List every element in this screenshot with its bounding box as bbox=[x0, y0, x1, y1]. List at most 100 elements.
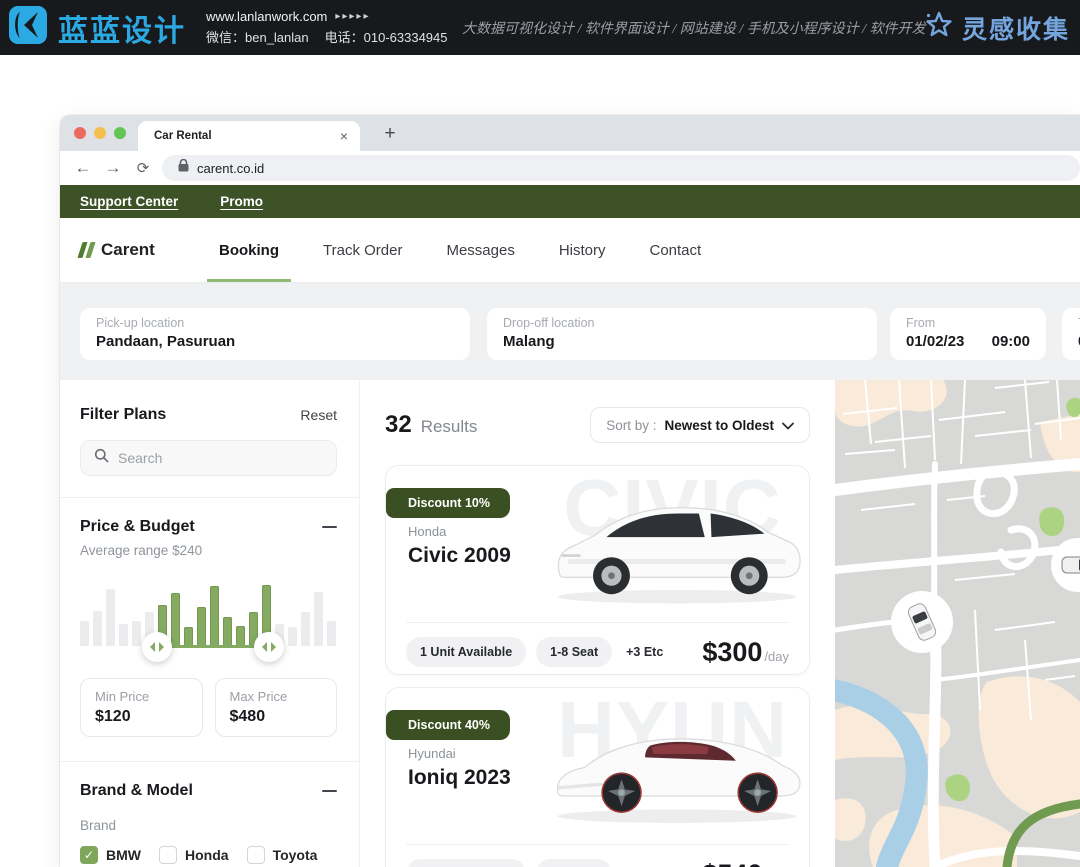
tab-title: Car Rental bbox=[154, 130, 338, 142]
chevron-down-icon bbox=[782, 418, 794, 433]
new-tab-button[interactable]: + bbox=[376, 120, 404, 148]
agency-phone: 电话：010-63334945 bbox=[325, 27, 448, 46]
agency-logo-title: 蓝蓝设计 bbox=[58, 6, 186, 50]
carent-brand-name: Carent bbox=[101, 240, 155, 260]
url-text: carent.co.id bbox=[197, 161, 264, 176]
nav-item-contact[interactable]: Contact bbox=[650, 218, 702, 282]
car-card-civic[interactable]: CIVIC Discount 10% Honda bbox=[385, 465, 810, 675]
results-panel: 32Results Sort by : Newest to Oldest CIV… bbox=[360, 380, 835, 867]
browser-window: Car Rental × + ← → ⟳ carent.co.id Suppor… bbox=[60, 115, 1080, 867]
pickup-label: Pick-up location bbox=[96, 316, 454, 330]
collect-label: 灵感收集 bbox=[962, 10, 1070, 46]
map-panel[interactable] bbox=[835, 380, 1080, 867]
min-price-label: Min Price bbox=[95, 689, 188, 704]
histogram-bar bbox=[132, 621, 141, 646]
car-brand: Honda bbox=[408, 524, 511, 539]
lanlan-logo-icon bbox=[8, 5, 48, 50]
back-button[interactable]: ← bbox=[70, 155, 96, 181]
reload-button[interactable]: ⟳ bbox=[130, 155, 156, 181]
inspiration-collect[interactable]: 灵感收集 bbox=[924, 0, 1070, 55]
histogram-bar bbox=[106, 589, 115, 646]
from-time: 09:00 bbox=[992, 333, 1030, 350]
histogram-bar bbox=[184, 627, 193, 646]
discount-badge: Discount 10% bbox=[386, 488, 510, 518]
max-price-box[interactable]: Max Price $480 bbox=[215, 678, 338, 737]
checkbox-icon[interactable]: ✓ bbox=[80, 846, 98, 864]
browser-tabstrip: Car Rental × + bbox=[60, 115, 1080, 151]
price: $540/day bbox=[702, 859, 789, 867]
address-bar[interactable]: carent.co.id bbox=[162, 155, 1080, 181]
units-tag: 1 Unit Available bbox=[406, 859, 526, 867]
brand-option-toyota[interactable]: Toyota bbox=[247, 846, 318, 864]
max-price-slider-handle[interactable] bbox=[254, 632, 284, 662]
to-datetime-field[interactable]: To 0 bbox=[1062, 308, 1080, 360]
map-car-marker[interactable] bbox=[891, 591, 953, 653]
tab-close-icon[interactable]: × bbox=[338, 128, 350, 144]
brand-option-honda[interactable]: Honda bbox=[159, 846, 229, 864]
nav-item-history[interactable]: History bbox=[559, 218, 606, 282]
price-histogram-wrap bbox=[80, 570, 337, 662]
seats-tag: 1-8 Seat bbox=[536, 637, 612, 667]
slider-track bbox=[157, 645, 269, 648]
discount-badge: Discount 40% bbox=[386, 710, 510, 740]
reset-button[interactable]: Reset bbox=[300, 407, 337, 423]
star-icon bbox=[924, 10, 954, 45]
nav-item-booking[interactable]: Booking bbox=[219, 218, 279, 282]
checkbox-icon[interactable] bbox=[159, 846, 177, 864]
browser-tab[interactable]: Car Rental × bbox=[138, 121, 360, 151]
dropoff-location-field[interactable]: Drop-off location Malang bbox=[487, 308, 877, 360]
pickup-location-field[interactable]: Pick-up location Pandaan, Pasuruan bbox=[80, 308, 470, 360]
car-card-ioniq[interactable]: HYUN Discount 40% bbox=[385, 687, 810, 867]
agency-logo-block: 蓝蓝设计 www.lanlanwork.com ▸▸▸▸▸ 微信：ben_lan… bbox=[8, 0, 447, 55]
histogram-bar bbox=[119, 624, 128, 646]
traffic-light-minimize[interactable] bbox=[94, 127, 106, 139]
forward-button[interactable]: → bbox=[100, 155, 126, 181]
collapse-brand-icon[interactable] bbox=[322, 790, 337, 793]
traffic-light-zoom[interactable] bbox=[114, 127, 126, 139]
min-price-box[interactable]: Min Price $120 bbox=[80, 678, 203, 737]
filter-sidebar: Filter Plans Reset Price & Budget Averag… bbox=[60, 380, 360, 867]
min-price-value: $120 bbox=[95, 708, 188, 726]
page-content: Filter Plans Reset Price & Budget Averag… bbox=[60, 380, 1080, 867]
card-divider bbox=[406, 844, 789, 845]
brand-option-bmw[interactable]: ✓ BMW bbox=[80, 846, 141, 864]
search-input[interactable] bbox=[118, 450, 323, 466]
price-histogram bbox=[80, 573, 337, 646]
histogram-bar bbox=[327, 621, 336, 646]
from-datetime-field[interactable]: From 01/02/23 09:00 bbox=[890, 308, 1046, 360]
sort-value: Newest to Oldest bbox=[664, 418, 774, 433]
promo-link[interactable]: Promo bbox=[220, 194, 263, 209]
dropoff-value: Malang bbox=[503, 333, 861, 350]
filter-title: Filter Plans bbox=[80, 406, 166, 424]
dropoff-label: Drop-off location bbox=[503, 316, 861, 330]
car-model: Civic 2009 bbox=[408, 544, 511, 568]
histogram-bar bbox=[197, 607, 206, 646]
pickup-value: Pandaan, Pasuruan bbox=[96, 333, 454, 350]
car-image-civic bbox=[551, 482, 803, 614]
browser-toolbar: ← → ⟳ carent.co.id bbox=[60, 151, 1080, 185]
filter-search-box[interactable] bbox=[80, 440, 337, 476]
from-date: 01/02/23 bbox=[906, 333, 964, 350]
support-center-link[interactable]: Support Center bbox=[80, 194, 178, 209]
carent-logo-icon bbox=[80, 242, 93, 258]
price: $300/day bbox=[702, 637, 789, 668]
nav-item-track-order[interactable]: Track Order bbox=[323, 218, 402, 282]
traffic-light-close[interactable] bbox=[74, 127, 86, 139]
checkbox-icon[interactable] bbox=[247, 846, 265, 864]
arrows-icon: ▸▸▸▸▸ bbox=[335, 11, 370, 22]
nav-item-messages[interactable]: Messages bbox=[446, 218, 514, 282]
sort-dropdown[interactable]: Sort by : Newest to Oldest bbox=[590, 407, 810, 443]
min-price-slider-handle[interactable] bbox=[142, 632, 172, 662]
seats-tag: 1-4 Seat bbox=[536, 859, 612, 867]
histogram-bar bbox=[223, 617, 232, 646]
histogram-bar bbox=[210, 586, 219, 646]
extra-tag: +3 Etc bbox=[626, 645, 663, 659]
histogram-bar bbox=[93, 611, 102, 646]
map-graphic bbox=[835, 380, 1080, 867]
collapse-price-icon[interactable] bbox=[322, 526, 337, 529]
brand-model-section: Brand & Model Brand ✓ BMW Honda To bbox=[60, 761, 359, 864]
histogram-bar bbox=[80, 621, 89, 646]
agency-website-link[interactable]: www.lanlanwork.com bbox=[206, 9, 327, 24]
carent-logo[interactable]: Carent bbox=[80, 218, 155, 282]
search-icon bbox=[94, 448, 109, 468]
